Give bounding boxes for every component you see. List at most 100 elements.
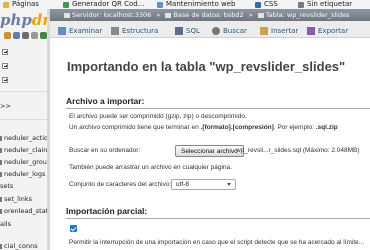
settings-icon[interactable]	[31, 32, 38, 39]
bookmark-label: Sin etiquetar	[307, 0, 353, 8]
interrupt-note: Permitir la interrupción de una importac…	[69, 239, 365, 246]
breadcrumb-server[interactable]: Servidor: localhost:3306	[72, 9, 151, 21]
browse-label: Buscar en su ordenador:	[69, 147, 141, 154]
table-icon	[257, 13, 264, 18]
filter-arrows: >>	[0, 101, 11, 110]
section-divider	[66, 218, 370, 219]
table-icon	[0, 208, 2, 214]
tab-label: SQL	[186, 27, 200, 35]
table-icon	[0, 243, 2, 249]
breadcrumb-separator: »	[248, 11, 253, 19]
expand-icon[interactable]	[2, 62, 8, 69]
tab-sql[interactable]: SQL	[171, 24, 204, 37]
sql-icon	[175, 27, 183, 35]
breadcrumb-table[interactable]: Tabla: wp_revslider_slides	[266, 9, 350, 21]
breadcrumb: Servidor: localhost:3306 » Base de datos…	[50, 9, 370, 21]
section-divider	[66, 108, 370, 109]
nav-divider	[0, 119, 47, 120]
logo-mark: php	[0, 11, 32, 29]
phpmyadmin-logo[interactable]: phpdmin	[0, 11, 47, 29]
selected-file-info: wp_revsli...r_slides.sql (Máximo: 2.048M…	[236, 147, 360, 154]
search-icon	[212, 27, 220, 35]
table-filter-toggle[interactable]: >>	[0, 101, 11, 110]
table-name: sets	[0, 182, 14, 190]
tab-bar: Examinar Estructura SQL Buscar Insertar …	[50, 21, 370, 38]
untagged-icon	[298, 1, 304, 8]
bookmark-qr-generator[interactable]: Generador QR Cod...	[63, 0, 144, 9]
table-icon	[0, 171, 2, 177]
reload-icon[interactable]	[40, 32, 47, 39]
drag-note: También puede arrastrar un archivo en cu…	[69, 164, 232, 171]
server-icon	[64, 13, 70, 18]
sidebar-table-item[interactable]: cial_conns	[0, 241, 38, 250]
sidebar-table-item[interactable]: neduler_logs	[0, 169, 45, 179]
sidebar-table-item[interactable]: set_links	[0, 194, 32, 204]
breadcrumb-separator: »	[156, 11, 161, 19]
table-icon	[0, 159, 2, 165]
nav-tree-node[interactable]	[2, 75, 10, 84]
insert-icon	[260, 27, 268, 35]
table-name: ails	[0, 220, 11, 228]
sidebar-table-item[interactable]: neduler_clain	[0, 145, 47, 155]
sidebar-table-item[interactable]: ails	[0, 219, 11, 229]
select-file-button[interactable]: Seleccionar archivo	[175, 145, 244, 157]
extension-format: .[formato].[compresión]	[200, 124, 274, 131]
bookmark-label: Páginas	[12, 0, 39, 8]
table-name: set_links	[4, 195, 33, 203]
sidebar-table-item[interactable]: orenlead_stats	[0, 206, 47, 216]
tab-label: Examinar	[69, 27, 103, 35]
table-name: neduler_logs	[4, 170, 46, 178]
expand-icon[interactable]	[2, 76, 8, 83]
database-icon	[165, 13, 172, 18]
bookmark-label: Generador QR Cod...	[72, 0, 145, 8]
tab-buscar[interactable]: Buscar	[208, 24, 251, 37]
nav-tree-node[interactable]	[2, 61, 10, 70]
table-icon	[0, 196, 2, 202]
extension-note: Un archivo comprimido tiene que terminar…	[69, 124, 338, 131]
nav-shortcuts	[4, 32, 47, 39]
export-icon	[307, 27, 315, 35]
extension-note-text: Un archivo comprimido tiene que terminar…	[69, 124, 201, 131]
css-icon	[255, 1, 261, 8]
import-section-legend: Archivo a importar:	[66, 96, 145, 106]
table-icon	[0, 147, 2, 153]
charset-label: Conjunto de caracteres del archivo:	[69, 181, 172, 188]
tab-label: Exportar	[318, 27, 349, 35]
table-icon	[0, 135, 2, 141]
tab-insertar[interactable]: Insertar	[256, 24, 302, 37]
qr-generator-icon	[63, 1, 69, 8]
sidebar-table-item[interactable]: neduler_grou	[0, 157, 47, 167]
allow-interrupt-checkbox[interactable]	[70, 225, 77, 232]
document-icon	[157, 1, 163, 8]
table-name: neduler_clain	[4, 146, 47, 154]
breadcrumb-database[interactable]: Base de datos: bsbd2	[173, 9, 243, 21]
page-title: Importando en la tabla "wp_revslider_sli…	[67, 59, 346, 74]
home-icon[interactable]	[4, 32, 11, 39]
table-name: neduler_actio	[4, 134, 47, 142]
sidebar-table-item[interactable]: neduler_actio	[0, 133, 47, 143]
structure-icon	[111, 27, 119, 35]
sidebar-table-item[interactable]: sets	[0, 181, 13, 191]
bookmark-mantenimiento[interactable]: Mantenimiento web	[157, 0, 235, 9]
table-name: cial_conns	[4, 242, 38, 250]
tab-exportar[interactable]: Exportar	[303, 24, 352, 37]
bookmark-css[interactable]: CSS	[255, 0, 278, 9]
charset-value: utf-8	[176, 181, 190, 188]
tab-estructura[interactable]: Estructura	[107, 24, 162, 37]
info-icon[interactable]	[13, 32, 20, 39]
docs-icon[interactable]	[22, 32, 29, 39]
expand-icon[interactable]	[2, 48, 8, 55]
bookmark-paginas[interactable]: Páginas	[3, 0, 39, 9]
logo-text: dmin	[31, 11, 47, 29]
bookmark-sin-etiquetar[interactable]: Sin etiquetar	[298, 0, 352, 9]
table-name: orenlead_stats	[4, 207, 47, 215]
compression-note: El archivo puede ser comprimido (gzip, z…	[69, 113, 247, 120]
charset-select[interactable]: utf-8	[171, 179, 236, 190]
table-name: neduler_grou	[4, 158, 47, 166]
extension-example: .sql.zip	[315, 124, 338, 131]
tab-examinar[interactable]: Examinar	[54, 24, 106, 37]
extension-example-text: . Por ejemplo:	[273, 124, 316, 131]
nav-tree-node[interactable]	[2, 47, 10, 56]
navigation-panel: phpdmin >> neduler_actio neduler_clain n…	[0, 9, 47, 250]
partial-section-legend: Importación parcial:	[66, 206, 148, 216]
